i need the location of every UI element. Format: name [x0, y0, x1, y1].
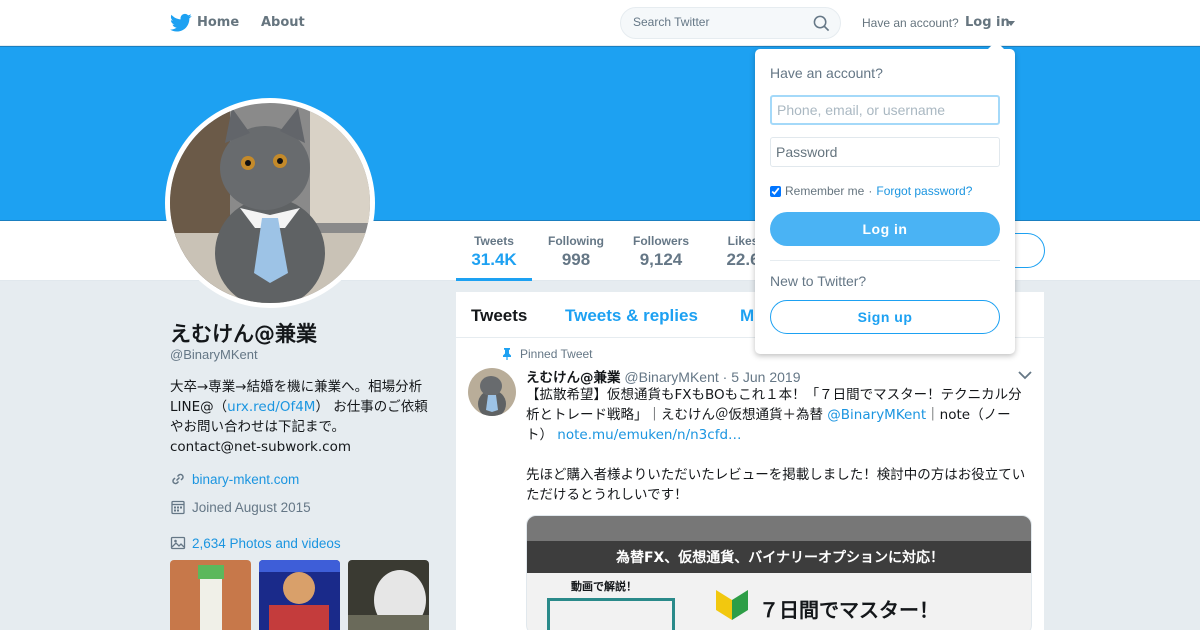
remember-row: Remember me · Forgot password?: [770, 184, 972, 198]
search-box[interactable]: [620, 7, 841, 39]
have-account-text: Have an account?: [862, 16, 959, 30]
beginner-mark-icon: [716, 590, 748, 620]
tweet-author-name[interactable]: えむけん@兼業: [526, 370, 621, 386]
bio-line-link[interactable]: urx.red/Of4M: [227, 399, 315, 415]
nav-about-link[interactable]: About: [261, 15, 305, 30]
profile-joined-row: Joined August 2015: [170, 499, 311, 515]
profile-website-link[interactable]: binary-mkent.com: [192, 472, 299, 487]
pin-icon: [503, 348, 511, 360]
dropdown-divider: [770, 260, 1000, 261]
stat-following-value: 998: [561, 250, 591, 269]
profile-handle[interactable]: @BinaryMKent: [170, 347, 258, 362]
nav-home-link[interactable]: Home: [197, 15, 239, 30]
media-film-frame: [547, 598, 675, 630]
stat-tweets-label: Tweets: [474, 234, 514, 248]
remember-me-checkbox[interactable]: [770, 185, 781, 197]
stat-following[interactable]: Following 998: [546, 234, 606, 270]
separator-dot: ·: [868, 184, 873, 198]
forgot-password-link[interactable]: Forgot password?: [876, 184, 972, 198]
login-button[interactable]: Log in: [770, 212, 1000, 246]
tweet-text: 【拡散希望】仮想通貨もFXもBOもこれ１本！「７日間でマスター！テクニカル分析と…: [526, 385, 1034, 505]
login-dropdown: Have an account? Remember me · Forgot pa…: [755, 41, 1015, 354]
top-nav: Home About Have an account? Log in: [0, 0, 1200, 46]
signup-button[interactable]: Sign up: [770, 300, 1000, 334]
photos-videos-link[interactable]: 2,634 Photos and videos: [192, 536, 341, 551]
media-thumbnail[interactable]: [170, 560, 251, 630]
caret-down-icon[interactable]: [1007, 21, 1015, 26]
media-thumbnails: [170, 560, 429, 630]
profile-bio: 大卒→専業→結婚を機に兼業へ。相場分析LINE@（urx.red/Of4M） お…: [170, 377, 435, 457]
profile-website-row: binary-mkent.com: [170, 471, 299, 487]
media-banner-text: 為替FX、仮想通貨、バイナリーオプションに対応！: [615, 550, 945, 566]
profile-name: えむけん@兼業: [170, 322, 317, 346]
bio-email: contact@net-subwork.com: [170, 439, 351, 455]
username-field[interactable]: [770, 95, 1000, 125]
tweet-author-handle[interactable]: @BinaryMKent: [624, 369, 718, 385]
media-thumbnail[interactable]: [259, 560, 340, 630]
search-input[interactable]: [633, 15, 813, 29]
pinned-tweet-label: Pinned Tweet: [502, 347, 593, 361]
tweet-mention[interactable]: @BinaryMKent: [827, 407, 926, 423]
login-dropdown-title: Have an account?: [770, 65, 883, 81]
stat-followers-label: Followers: [632, 234, 689, 248]
stat-tweets[interactable]: Tweets 31.4K: [456, 234, 532, 281]
tweet-media[interactable]: 為替FX、仮想通貨、バイナリーオプションに対応！ 動画で解説！ ７日間でマスター…: [526, 515, 1032, 630]
photos-videos-row: 2,634 Photos and videos: [170, 535, 341, 551]
password-field[interactable]: [770, 137, 1000, 167]
media-headline: ７日間でマスター！: [759, 598, 939, 622]
tweet-link[interactable]: note.mu/emuken/n/n3cfd…: [557, 427, 741, 443]
stat-followers[interactable]: Followers 9,124: [631, 234, 691, 270]
stat-following-label: Following: [548, 234, 604, 248]
twitter-bird-icon[interactable]: [170, 13, 192, 33]
new-to-twitter-text: New to Twitter?: [770, 273, 867, 289]
remember-me-label[interactable]: Remember me: [785, 184, 864, 198]
tweet-avatar[interactable]: [468, 368, 516, 416]
search-icon[interactable]: [813, 15, 830, 32]
chevron-down-icon[interactable]: [1018, 370, 1032, 380]
photo-icon: [170, 536, 186, 550]
calendar-icon: [171, 500, 185, 515]
tweet-text-3: 先ほど購入者様よりいただいたレビューを掲載しました！検討中の方はお役立ていただけ…: [526, 467, 1026, 503]
link-icon: [172, 473, 184, 485]
pinned-tweet-text: Pinned Tweet: [520, 347, 593, 361]
stat-followers-value: 9,124: [639, 250, 683, 269]
tab-tweets-replies[interactable]: Tweets & replies: [565, 306, 698, 326]
profile-joined: Joined August 2015: [192, 499, 311, 515]
tweet-header: えむけん@兼業 @BinaryMKent · 5 Jun 2019: [526, 366, 800, 386]
media-banner: 為替FX、仮想通貨、バイナリーオプションに対応！: [527, 541, 1031, 573]
media-video-label: 動画で解説！: [571, 580, 637, 593]
tweet-date[interactable]: · 5 Jun 2019: [723, 369, 801, 385]
cat-avatar-image: [170, 103, 370, 308]
media-top-strip: [527, 516, 1031, 541]
profile-avatar[interactable]: [165, 98, 375, 308]
login-dropdown-toggle[interactable]: Log in: [965, 15, 1010, 30]
tab-tweets[interactable]: Tweets: [471, 306, 527, 326]
media-thumbnail[interactable]: [348, 560, 429, 630]
stat-tweets-value: 31.4K: [471, 250, 517, 269]
tab-media[interactable]: M: [740, 306, 754, 326]
